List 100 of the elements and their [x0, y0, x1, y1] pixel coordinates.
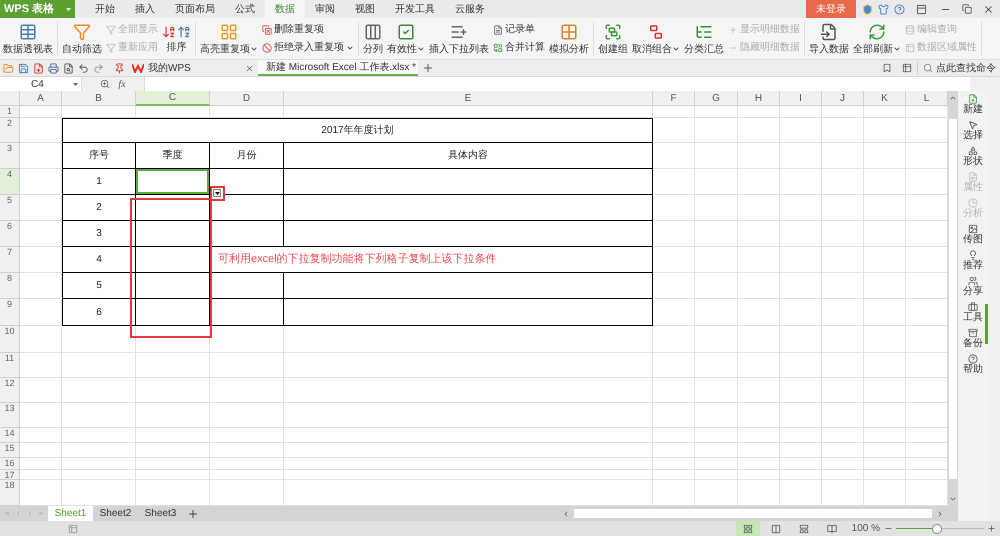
ribbon-button[interactable]: 分列	[362, 20, 384, 57]
previous-sheet-icon[interactable]	[15, 510, 22, 517]
shirt-icon[interactable]	[878, 4, 889, 14]
ribbon-button[interactable]: 取消组合	[631, 20, 681, 57]
side-panel-button[interactable]: 传图	[963, 224, 983, 246]
zoom-slider[interactable]	[896, 524, 984, 534]
sheet-cell[interactable]	[284, 169, 653, 195]
ribbon-button[interactable]: 有效性	[386, 20, 426, 57]
formula-input[interactable]	[144, 77, 970, 91]
ribbon-button[interactable]: 记录单	[493, 24, 545, 36]
row-header[interactable]: 2	[0, 118, 20, 143]
row-header[interactable]: 16	[0, 458, 20, 470]
row-header[interactable]: 7	[0, 247, 20, 273]
row-header[interactable]: 18	[0, 480, 20, 506]
row-header[interactable]: 4	[0, 169, 20, 195]
ribbon-button[interactable]: 导入数据	[808, 20, 850, 57]
document-tab[interactable]: 新建 Microsoft Excel 工作表.xlsx *	[258, 60, 418, 76]
redo-icon[interactable]	[93, 62, 104, 74]
name-box[interactable]: C4	[0, 77, 82, 91]
dropdown-button[interactable]	[210, 186, 225, 201]
column-header[interactable]: C	[136, 91, 210, 106]
table-title[interactable]: 2017年年度计划	[62, 118, 653, 143]
open-icon[interactable]	[3, 62, 14, 74]
sheet-cell[interactable]	[284, 221, 653, 247]
table-cell[interactable]: 3	[62, 221, 136, 247]
selected-cell[interactable]	[136, 169, 210, 195]
zoom-in-icon[interactable]	[987, 524, 996, 533]
help-icon[interactable]	[894, 4, 905, 14]
window-icon[interactable]	[916, 4, 927, 14]
row-header[interactable]: 3	[0, 143, 20, 169]
sheet-tab[interactable]: Sheet2	[93, 506, 138, 521]
first-sheet-icon[interactable]	[4, 510, 10, 517]
zoom-thumb[interactable]	[932, 524, 942, 534]
pdf-icon[interactable]	[33, 62, 44, 74]
column-header[interactable]: G	[695, 91, 738, 106]
ribbon-button[interactable]: 删除重复项	[262, 24, 354, 36]
panel-icon[interactable]	[902, 63, 912, 73]
row-header[interactable]: 15	[0, 443, 20, 458]
ribbon-button[interactable]: 自动筛选	[61, 20, 103, 57]
sheet-cell[interactable]	[210, 221, 284, 247]
sheet-cell[interactable]	[136, 299, 210, 326]
ribbon-button[interactable]: 分类汇总	[683, 20, 725, 57]
row-header[interactable]: 9	[0, 299, 20, 326]
panel-toggle[interactable]	[985, 304, 988, 344]
row-header[interactable]: 8	[0, 273, 20, 299]
column-title[interactable]: 季度	[136, 143, 210, 169]
print-icon[interactable]	[48, 62, 59, 74]
row-header[interactable]: 14	[0, 428, 20, 443]
merged-cell[interactable]: 可利用excel的下拉复制功能将下列格子复制上该下拉条件	[210, 247, 653, 273]
undo-icon[interactable]	[78, 62, 89, 74]
row-header[interactable]: 12	[0, 378, 20, 403]
shield-icon[interactable]	[862, 4, 873, 14]
pin-icon[interactable]	[114, 62, 125, 74]
sheet-cell[interactable]	[210, 195, 284, 221]
sheet-cell[interactable]	[136, 221, 210, 247]
column-header[interactable]: L	[906, 91, 948, 106]
ribbon-button[interactable]: 创建组	[597, 20, 629, 57]
ribbon-button[interactable]: 插入下拉列表	[428, 20, 490, 57]
menu-tab[interactable]: 数据	[265, 0, 305, 18]
sheet-cell[interactable]	[284, 299, 653, 326]
column-title[interactable]: 具体内容	[284, 143, 653, 169]
column-header[interactable]: F	[653, 91, 695, 106]
last-sheet-icon[interactable]	[38, 510, 44, 517]
sheet-cell[interactable]	[284, 273, 653, 299]
menu-tab[interactable]: 云服务	[445, 0, 495, 18]
sheet-tab[interactable]: Sheet3	[138, 506, 183, 521]
sheet-tab[interactable]: Sheet1	[48, 506, 93, 521]
column-header[interactable]: K	[864, 91, 906, 106]
add-sheet-icon[interactable]	[187, 508, 199, 520]
column-title[interactable]: 序号	[62, 143, 136, 169]
side-panel-button[interactable]: 帮助	[963, 354, 983, 376]
sheet-cell[interactable]	[136, 247, 210, 273]
preview-icon[interactable]	[63, 62, 74, 74]
sheet-cell[interactable]	[136, 273, 210, 299]
restore-icon[interactable]	[962, 4, 972, 14]
menu-tab[interactable]: 开发工具	[385, 0, 445, 18]
select-all-corner[interactable]	[0, 91, 20, 106]
row-header[interactable]: 11	[0, 353, 20, 378]
ribbon-button[interactable]: 全部刷新	[852, 20, 902, 57]
side-panel-button[interactable]: 分享	[963, 276, 983, 298]
command-search-field[interactable]: 点此查找命令	[923, 60, 1000, 76]
side-panel-button[interactable]: 选择	[963, 120, 983, 142]
sheet-cell[interactable]	[136, 195, 210, 221]
zoom-icon[interactable]	[100, 79, 110, 89]
column-header[interactable]: D	[210, 91, 284, 106]
menu-tab[interactable]: 审阅	[305, 0, 345, 18]
column-header[interactable]: B	[62, 91, 136, 106]
row-header[interactable]: 10	[0, 326, 20, 353]
sheet-cell[interactable]	[210, 299, 284, 326]
side-panel-button[interactable]: 形状	[963, 146, 983, 168]
ribbon-button[interactable]: 排序	[161, 20, 192, 57]
row-header[interactable]: 5	[0, 195, 20, 221]
menu-tab[interactable]: 页面布局	[165, 0, 225, 18]
column-header[interactable]: I	[780, 91, 822, 106]
table-cell[interactable]: 2	[62, 195, 136, 221]
close-icon[interactable]	[983, 4, 994, 14]
function-button[interactable]: fx	[118, 76, 126, 92]
table-cell[interactable]: 5	[62, 273, 136, 299]
table-cell[interactable]: 1	[62, 169, 136, 195]
next-sheet-icon[interactable]	[26, 510, 33, 517]
